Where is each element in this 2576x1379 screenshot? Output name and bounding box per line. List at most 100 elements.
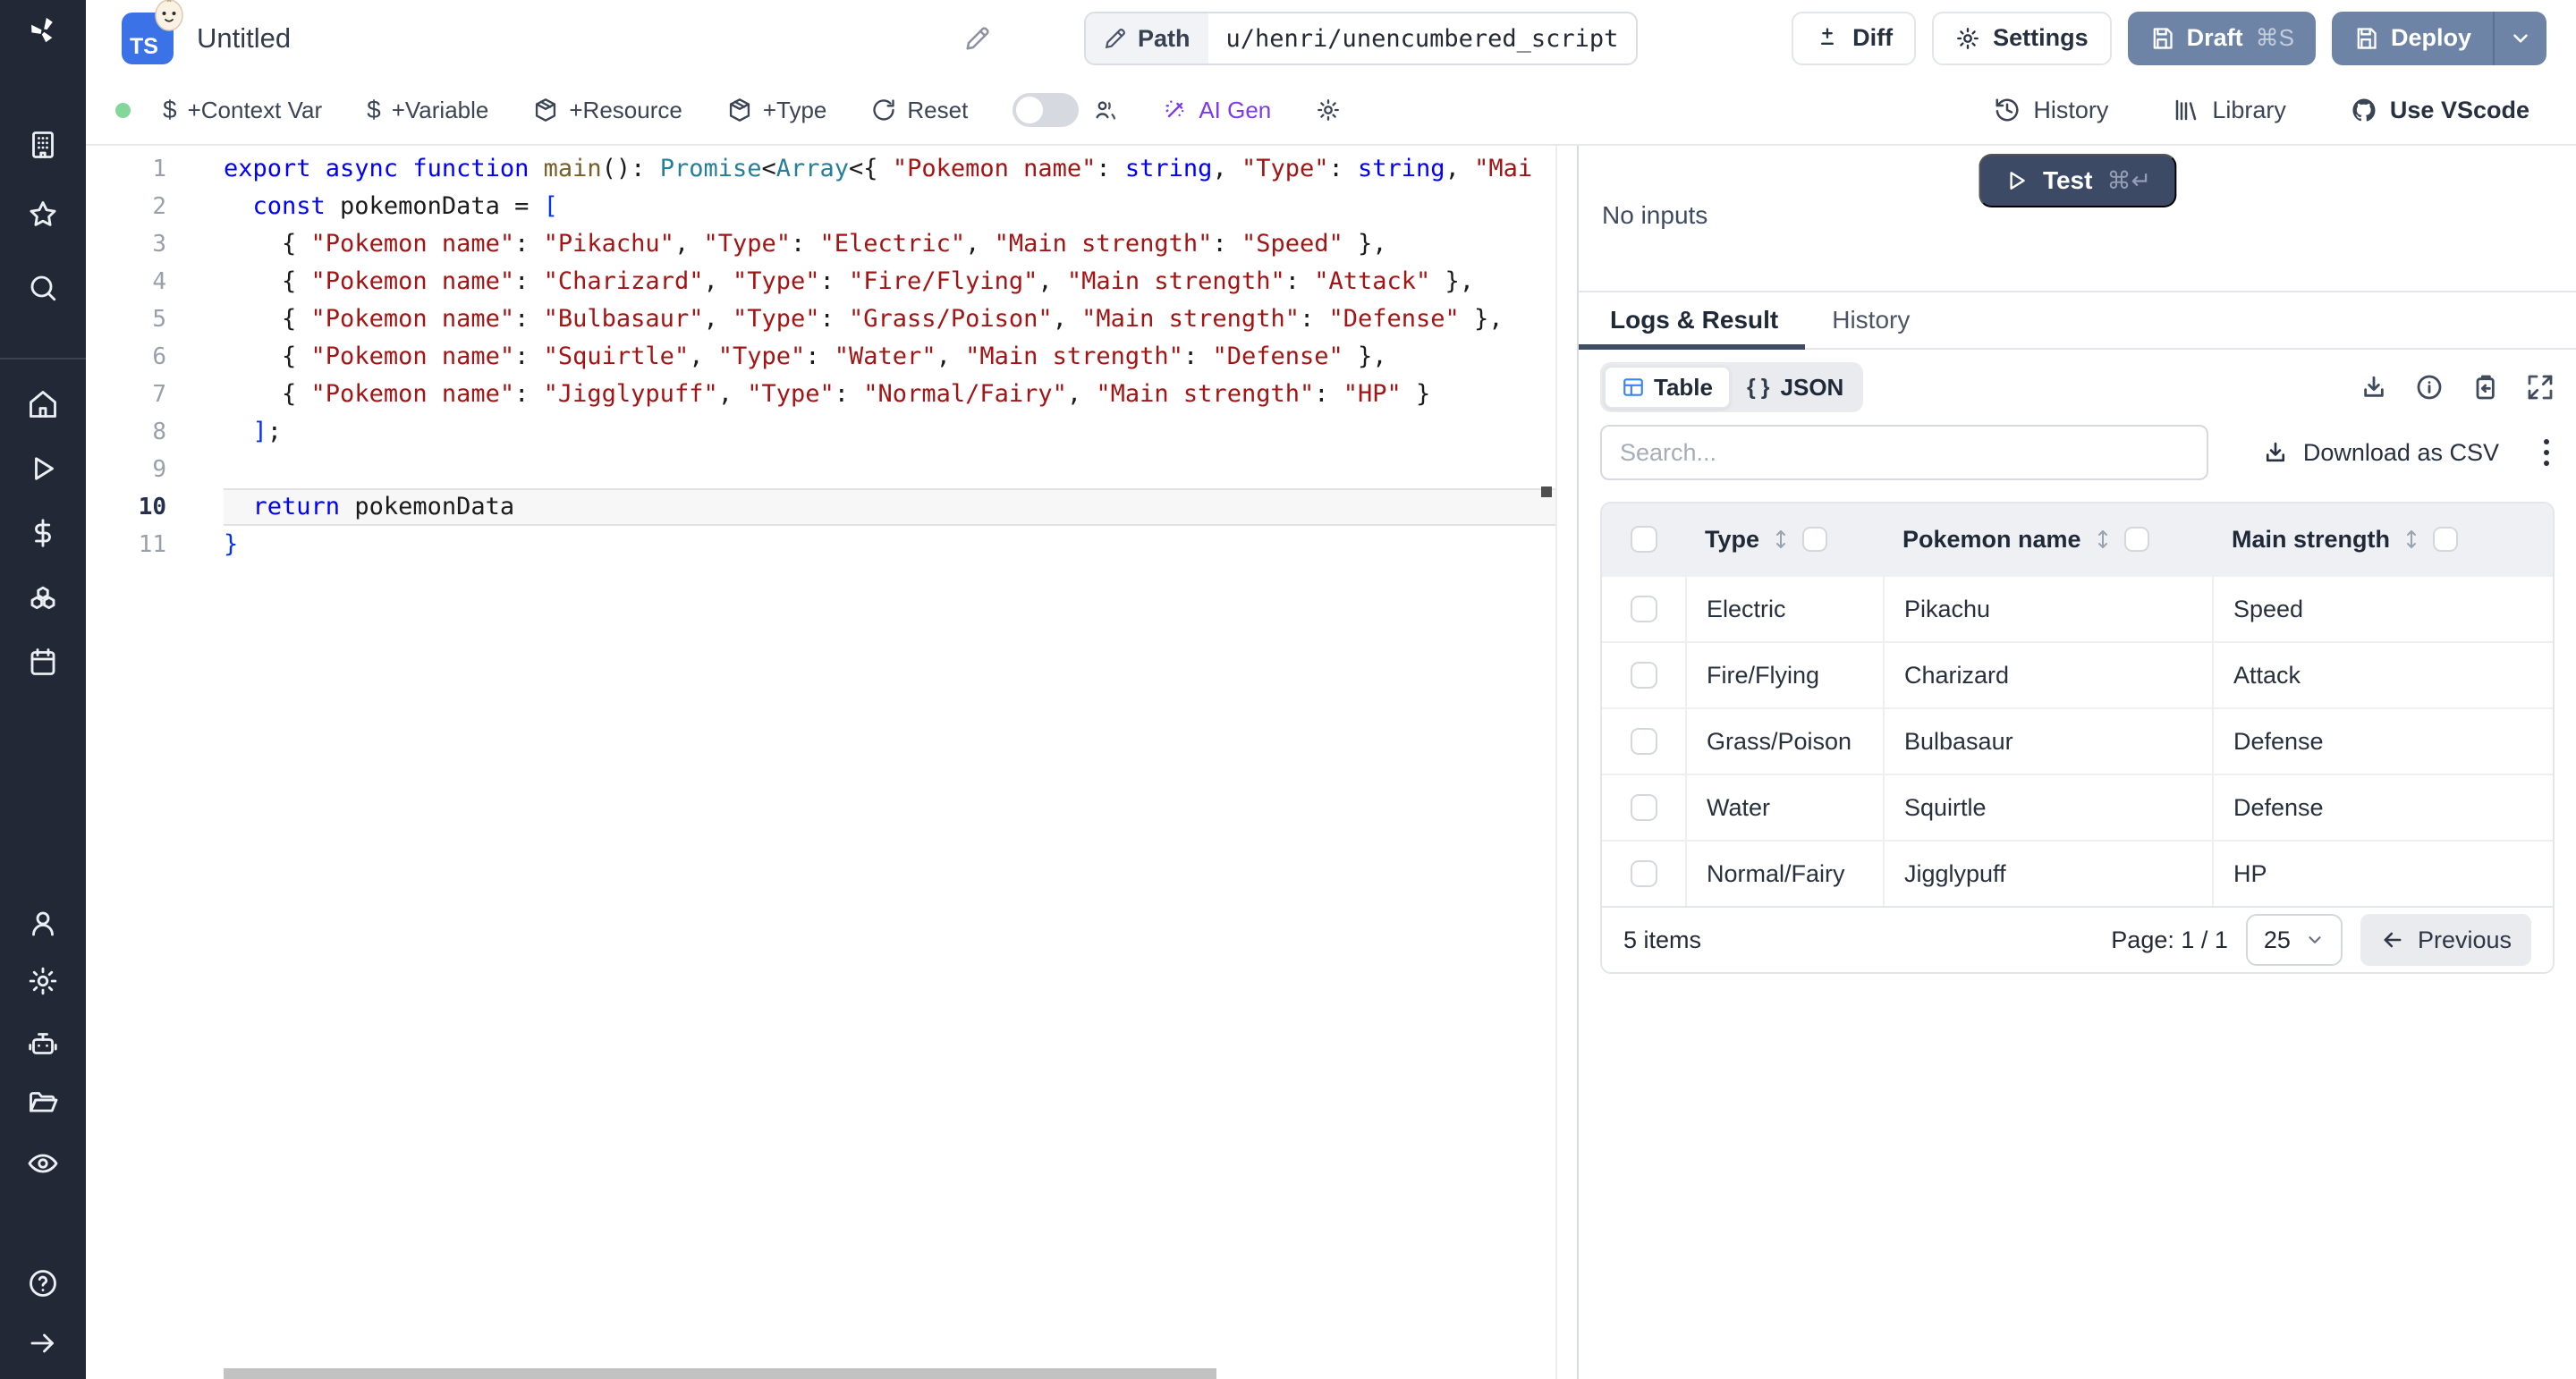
- reset-button[interactable]: Reset: [871, 97, 968, 124]
- table-row: Fire/FlyingCharizardAttack: [1602, 641, 2553, 707]
- row-checkbox[interactable]: [1631, 596, 1657, 622]
- add-type-button[interactable]: +Type: [727, 97, 827, 124]
- use-vscode-button[interactable]: Use VScode: [2351, 97, 2529, 124]
- resources-boxes-icon[interactable]: [23, 578, 63, 617]
- ai-gen-button[interactable]: AI Gen: [1163, 97, 1271, 124]
- code-line-9[interactable]: 9: [86, 451, 1555, 488]
- expand-sidebar-arrow-icon[interactable]: [23, 1324, 63, 1363]
- table-cell: Defense: [2212, 775, 2553, 840]
- deploy-more-chevron[interactable]: [2493, 12, 2546, 65]
- dollar-icon: $: [367, 96, 381, 124]
- favorites-star-icon[interactable]: [23, 195, 63, 234]
- add-context-var-button[interactable]: $ +Context Var: [163, 96, 322, 124]
- download-result-icon[interactable]: [2360, 373, 2388, 402]
- code-line-8[interactable]: 8 ];: [86, 413, 1555, 451]
- home-icon[interactable]: [23, 385, 63, 424]
- multiplayer-toggle[interactable]: [1013, 93, 1079, 127]
- edit-summary-pencil-icon[interactable]: [964, 25, 993, 54]
- code-line-7[interactable]: 7 { "Pokemon name": "Jigglypuff", "Type"…: [86, 376, 1555, 413]
- download-csv-button[interactable]: Download as CSV: [2262, 439, 2499, 467]
- code-line-4[interactable]: 4 { "Pokemon name": "Charizard", "Type":…: [86, 263, 1555, 300]
- arrow-left-icon: [2380, 927, 2405, 952]
- settings-gear-icon[interactable]: [23, 961, 63, 1001]
- panel-resize-handle[interactable]: [1557, 146, 1577, 1379]
- view-table-button[interactable]: Table: [1604, 366, 1731, 409]
- tab-logs-result[interactable]: Logs & Result: [1579, 292, 1805, 348]
- results-area: Table { } JSON: [1579, 350, 2576, 1379]
- editor-settings-gear-icon[interactable]: [1316, 97, 1341, 123]
- column-header-main-strength[interactable]: Main strength: [2212, 526, 2553, 554]
- table-row: ElectricPikachuSpeed: [1602, 575, 2553, 641]
- info-icon[interactable]: [2415, 373, 2444, 402]
- path-editor[interactable]: Path u/henri/unencumbered_script: [1084, 12, 1638, 65]
- help-icon[interactable]: [23, 1264, 63, 1303]
- windmill-logo-icon[interactable]: [23, 11, 63, 50]
- tab-history[interactable]: History: [1805, 292, 1936, 348]
- code-line-2[interactable]: 2 const pokemonData = [: [86, 188, 1555, 225]
- page-indicator: Page: 1 / 1: [2111, 926, 2228, 954]
- folders-icon[interactable]: [23, 1083, 63, 1122]
- line-number: 6: [86, 338, 224, 376]
- code-text: { "Pokemon name": "Squirtle", "Type": "W…: [224, 338, 1555, 376]
- script-path-value: u/henri/unencumbered_script: [1208, 13, 1637, 63]
- code-editor[interactable]: 1export async function main(): Promise<A…: [86, 146, 1557, 1379]
- test-button[interactable]: Test ⌘↵: [1979, 154, 2176, 207]
- expand-fullscreen-icon[interactable]: [2526, 373, 2555, 402]
- row-checkbox[interactable]: [1631, 794, 1657, 821]
- page-size-select[interactable]: 25: [2246, 914, 2343, 966]
- view-switcher: Table { } JSON: [1600, 362, 1863, 412]
- toggle-knob: [1016, 97, 1043, 123]
- app-window: TS Untitled Path u/henri/unencumbered_sc…: [0, 0, 2576, 1379]
- column-checkbox[interactable]: [2433, 527, 2458, 552]
- view-json-button[interactable]: { } JSON: [1731, 366, 1860, 409]
- workers-robot-icon[interactable]: [23, 1024, 63, 1063]
- settings-button[interactable]: Settings: [1932, 12, 2112, 65]
- library-button[interactable]: Library: [2173, 97, 2286, 124]
- history-button[interactable]: History: [1994, 97, 2108, 124]
- row-checkbox[interactable]: [1631, 728, 1657, 755]
- more-options-kebab-icon[interactable]: [2538, 434, 2555, 471]
- run-panel: Test ⌘↵ No inputs Logs & Result History: [1577, 146, 2576, 1379]
- add-resource-button[interactable]: +Resource: [533, 97, 682, 124]
- status-dot: [115, 103, 131, 118]
- sort-icon[interactable]: [1772, 528, 1790, 551]
- code-line-3[interactable]: 3 { "Pokemon name": "Pikachu", "Type": "…: [86, 225, 1555, 263]
- editor-horizontal-scrollbar[interactable]: [224, 1368, 1216, 1379]
- items-count: 5 items: [1623, 926, 1701, 954]
- add-variable-button[interactable]: $ +Variable: [367, 96, 488, 124]
- draft-button[interactable]: Draft ⌘S: [2128, 12, 2316, 65]
- workspace-building-icon[interactable]: [23, 125, 63, 165]
- line-number: 7: [86, 376, 224, 413]
- code-line-6[interactable]: 6 { "Pokemon name": "Squirtle", "Type": …: [86, 338, 1555, 376]
- sort-icon[interactable]: [2094, 528, 2112, 551]
- line-number: 11: [86, 526, 224, 563]
- code-line-11[interactable]: 11}: [86, 526, 1555, 563]
- code-lines: 1export async function main(): Promise<A…: [86, 150, 1555, 563]
- code-line-1[interactable]: 1export async function main(): Promise<A…: [86, 150, 1555, 188]
- runs-play-icon[interactable]: [23, 449, 63, 488]
- sidebar: [0, 0, 86, 1379]
- users-person-icon[interactable]: [23, 904, 63, 943]
- table-row: Grass/PoisonBulbasaurDefense: [1602, 707, 2553, 774]
- row-checkbox[interactable]: [1631, 860, 1657, 887]
- variables-dollar-icon[interactable]: [23, 513, 63, 553]
- column-header-type[interactable]: Type: [1685, 526, 1883, 554]
- sort-icon[interactable]: [2402, 528, 2420, 551]
- row-checkbox[interactable]: [1631, 662, 1657, 689]
- column-checkbox[interactable]: [1802, 527, 1827, 552]
- column-header-pokemon-name[interactable]: Pokemon name: [1883, 526, 2212, 554]
- audit-eye-icon[interactable]: [23, 1144, 63, 1183]
- previous-page-button[interactable]: Previous: [2360, 914, 2531, 966]
- schedules-calendar-icon[interactable]: [23, 642, 63, 681]
- search-icon[interactable]: [23, 268, 63, 308]
- diff-button[interactable]: Diff: [1792, 12, 1916, 65]
- select-all-checkbox[interactable]: [1631, 526, 1657, 553]
- run-header: Test ⌘↵ No inputs: [1579, 146, 2576, 292]
- code-line-10[interactable]: 10 return pokemonData: [86, 488, 1555, 526]
- table-row: Normal/FairyJigglypuffHP: [1602, 840, 2553, 906]
- code-line-5[interactable]: 5 { "Pokemon name": "Bulbasaur", "Type":…: [86, 300, 1555, 338]
- copy-to-clipboard-icon[interactable]: [2470, 373, 2499, 402]
- deploy-button[interactable]: Deploy: [2332, 12, 2493, 65]
- result-search-input[interactable]: [1600, 425, 2208, 480]
- column-checkbox[interactable]: [2124, 527, 2149, 552]
